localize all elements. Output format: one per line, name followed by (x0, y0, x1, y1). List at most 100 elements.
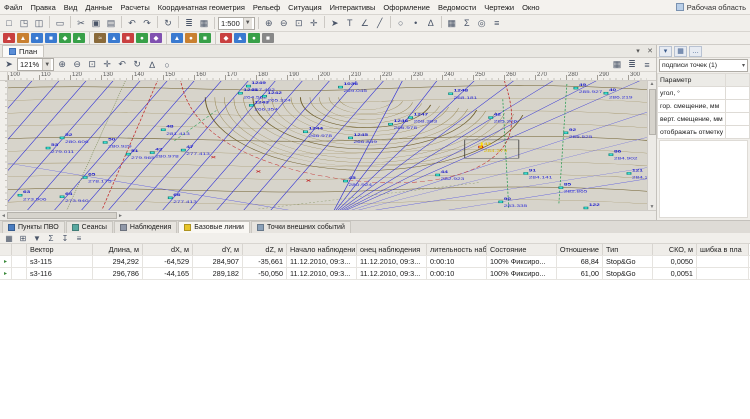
baseline-vector[interactable] (331, 137, 647, 210)
column-header-7[interactable]: Начало наблюдени (287, 244, 357, 255)
angle-tool-icon[interactable]: ∠ (358, 16, 372, 30)
survey-point[interactable] (246, 85, 250, 87)
scroll-thumb[interactable] (7, 212, 117, 219)
column-header-13[interactable]: СКО, м (653, 244, 697, 255)
export-tool-icon[interactable]: ● (185, 33, 197, 43)
misc-tool-icon[interactable]: ■ (262, 33, 274, 43)
survey-point[interactable] (449, 93, 453, 95)
baseline-vector[interactable] (331, 81, 439, 210)
survey-point[interactable] (489, 117, 493, 119)
points-layer-icon[interactable]: ● (31, 33, 43, 43)
flag-tool-icon[interactable]: ◆ (220, 33, 232, 43)
cut-icon[interactable]: ✂ (74, 16, 88, 30)
column-header-0[interactable] (0, 244, 12, 255)
survey-point[interactable] (564, 132, 568, 134)
survey-point[interactable] (103, 141, 107, 143)
menu-item-7[interactable]: Ситуация (284, 3, 326, 12)
menu-item-5[interactable]: Координатная геометрия (154, 3, 249, 12)
survey-point[interactable] (150, 152, 154, 154)
paste-icon[interactable]: ▤ (104, 16, 118, 30)
sum-icon[interactable]: Σ (45, 234, 57, 243)
tab-3[interactable]: Базовые линии (178, 221, 250, 233)
zoom-window-icon[interactable]: ⊡ (85, 58, 99, 72)
undo-icon[interactable]: ↶ (125, 16, 139, 30)
scroll-left-icon[interactable]: ◄ (1, 213, 6, 219)
survey-point[interactable] (83, 176, 87, 178)
window-menu-icon[interactable]: ▾ (632, 46, 644, 57)
table-row[interactable]: ▸s3-115294,292-64,529284,907-35,66111.12… (0, 256, 750, 268)
previous-view-icon[interactable]: ↶ (115, 58, 129, 72)
menu-item-4[interactable]: Расчеты (116, 3, 153, 12)
copy-icon[interactable]: ▣ (89, 16, 103, 30)
survey-point[interactable] (349, 137, 353, 139)
column-header-3[interactable]: Длина, м (93, 244, 143, 255)
map-view-icon[interactable]: ▦ (197, 16, 211, 30)
survey-point[interactable] (584, 207, 588, 209)
survey-point[interactable] (389, 123, 393, 125)
menu-item-0[interactable]: Файл (0, 3, 26, 12)
survey-point[interactable] (609, 154, 613, 156)
column-header-9[interactable]: лительность набл (427, 244, 487, 255)
grid-tool-icon[interactable]: ● (136, 33, 148, 43)
survey-point[interactable] (339, 86, 343, 88)
survey-point[interactable] (303, 131, 307, 133)
table-icon[interactable]: ▦ (445, 16, 459, 30)
triangle-tool-icon[interactable]: ∆ (424, 16, 438, 30)
save-icon[interactable]: ◫ (32, 16, 46, 30)
tab-4[interactable]: Точки внешних событий (251, 221, 351, 233)
surface-layer-icon[interactable]: ▲ (73, 33, 85, 43)
survey-point[interactable] (436, 174, 440, 176)
column-header-8[interactable]: онец наблюдения (357, 244, 427, 255)
survey-point[interactable] (262, 95, 266, 97)
parameter-value[interactable] (726, 126, 750, 139)
zoom-out-icon[interactable]: ⊖ (70, 58, 84, 72)
measure-icon[interactable]: ∆ (145, 58, 159, 72)
report-tool-icon[interactable]: ▲ (171, 33, 183, 43)
redo-icon[interactable]: ↷ (140, 16, 154, 30)
add-column-icon[interactable]: ⊞ (17, 234, 29, 243)
zoom-extents-icon[interactable]: ⊡ (292, 16, 306, 30)
parameter-value[interactable] (726, 100, 750, 113)
point-tool-icon[interactable]: • (409, 16, 423, 30)
tab-plan[interactable]: План (2, 45, 44, 57)
scroll-thumb[interactable] (649, 89, 656, 135)
relief-tool-icon[interactable]: ≈ (94, 33, 106, 43)
table-view-icon[interactable]: ▦ (3, 234, 15, 243)
survey-point[interactable] (559, 187, 563, 189)
tab-1[interactable]: Сеансы (66, 221, 113, 233)
survey-point[interactable] (524, 172, 528, 174)
stations-layer-icon[interactable]: ■ (45, 33, 57, 43)
line-tool-icon[interactable]: ╱ (373, 16, 387, 30)
survey-point[interactable] (604, 92, 608, 94)
map-viewport[interactable]: 53279.01152280.60650280.92951279.9654828… (8, 81, 647, 210)
column-header-12[interactable]: Тип (603, 244, 653, 255)
zoom-in-icon[interactable]: ⊕ (262, 16, 276, 30)
more-options-icon[interactable]: … (689, 46, 702, 57)
pan-icon[interactable]: ✛ (307, 16, 321, 30)
select-arrow-icon[interactable]: ➤ (2, 58, 16, 72)
scroll-right-icon[interactable]: ► (118, 213, 123, 219)
menu-item-10[interactable]: Ведомости (434, 3, 480, 12)
survey-point[interactable] (60, 137, 64, 139)
zoom-in-icon[interactable]: ⊕ (55, 58, 69, 72)
survey-point[interactable] (161, 129, 165, 131)
sheet-tool-icon[interactable]: ■ (122, 33, 134, 43)
zoom-out-icon[interactable]: ⊖ (277, 16, 291, 30)
filter-icon[interactable]: ▼ (31, 234, 43, 243)
search-icon[interactable]: ◎ (475, 16, 489, 30)
import-gnss-icon[interactable]: ▲ (3, 33, 15, 43)
snap-icon[interactable]: ○ (160, 58, 174, 72)
zoom-combo[interactable]: 121% ▼ (17, 58, 54, 71)
redraw-icon[interactable]: ↻ (130, 58, 144, 72)
survey-point[interactable] (479, 146, 483, 148)
column-header-1[interactable] (12, 244, 27, 255)
label-tool-icon[interactable]: ▲ (234, 33, 246, 43)
tab-2[interactable]: Наблюдения (114, 221, 177, 233)
column-header-14[interactable]: шибка в пла (697, 244, 749, 255)
object-type-combo[interactable]: подписи точек (1) ▾ (659, 59, 748, 72)
new-file-icon[interactable]: □ (2, 16, 16, 30)
style-dropdown-icon[interactable]: ▾ (659, 46, 672, 57)
sum-icon[interactable]: Σ (460, 16, 474, 30)
settings-icon[interactable]: ≡ (490, 16, 504, 30)
scale-combo[interactable]: 1:500 ▼ (218, 17, 255, 30)
